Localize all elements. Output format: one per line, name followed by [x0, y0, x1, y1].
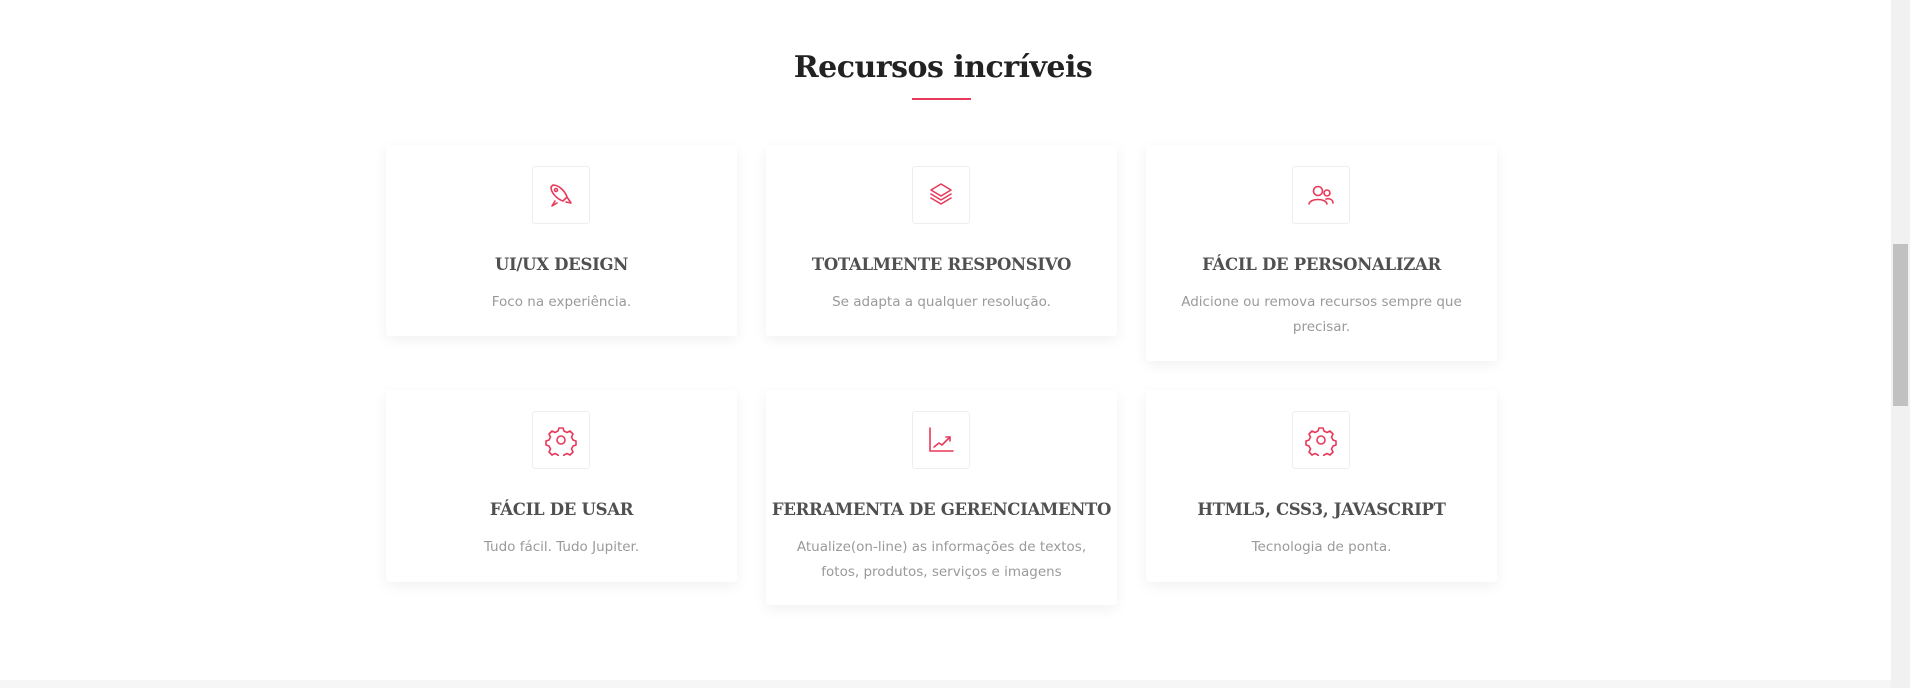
feature-title: FERRAMENTA DE GERENCIAMENTO	[771, 500, 1112, 519]
feature-title: UI/UX DESIGN	[494, 255, 629, 274]
feature-card-responsive: TOTALMENTE RESPONSIVO Se adapta a qualqu…	[766, 145, 1117, 336]
feature-description: Tecnologia de ponta.	[1251, 539, 1392, 555]
scrollbar-thumb[interactable]	[1893, 244, 1908, 406]
feature-title: FÁCIL DE USAR	[489, 500, 634, 519]
feature-description: Tudo fácil. Tudo Jupiter.	[483, 539, 640, 555]
page-scrollbar[interactable]	[1891, 0, 1910, 688]
feature-description: Foco na experiência.	[491, 294, 632, 310]
feature-title: FÁCIL DE PERSONALIZAR	[1202, 255, 1441, 274]
section-title: Recursos incríveis	[793, 50, 1093, 85]
layers-icon	[912, 166, 970, 224]
gear-icon	[1292, 411, 1350, 469]
users-icon	[1292, 166, 1350, 224]
rocket-icon	[532, 166, 590, 224]
feature-card-tech: HTML5, CSS3, JAVASCRIPT Tecnologia de po…	[1146, 390, 1497, 582]
feature-description: Se adapta a qualquer resolução.	[832, 294, 1051, 310]
next-section-band	[0, 680, 1891, 688]
feature-description: Atualize(on-line) as informações de text…	[796, 539, 1087, 580]
feature-card-customize: FÁCIL DE PERSONALIZAR Adicione ou remova…	[1146, 145, 1497, 361]
chart-line-icon	[912, 411, 970, 469]
feature-title: TOTALMENTE RESPONSIVO	[811, 255, 1072, 274]
feature-card-easy: FÁCIL DE USAR Tudo fácil. Tudo Jupiter.	[386, 390, 737, 582]
feature-card-uiux: UI/UX DESIGN Foco na experiência.	[386, 145, 737, 336]
title-underline	[912, 98, 971, 100]
feature-card-management: FERRAMENTA DE GERENCIAMENTO Atualize(on-…	[766, 390, 1117, 605]
feature-description: Adicione ou remova recursos sempre que p…	[1181, 294, 1462, 335]
feature-title: HTML5, CSS3, JAVASCRIPT	[1197, 500, 1446, 519]
gear-icon	[532, 411, 590, 469]
